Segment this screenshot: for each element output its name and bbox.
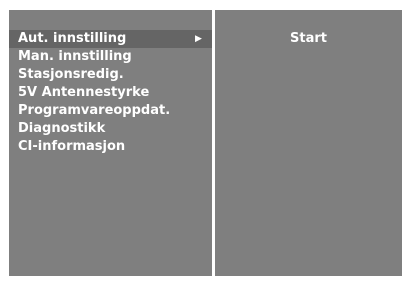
menu-item-label: 5V Antennestyrke (18, 85, 150, 100)
start-button[interactable]: Start (215, 30, 402, 48)
menu-item-ci-information[interactable]: CI-informasjon (9, 138, 212, 156)
menu-item-antenna-power[interactable]: 5V Antennestyrke (9, 84, 212, 102)
menu-item-manual-tuning[interactable]: Man. innstilling (9, 48, 212, 66)
menu-item-auto-tuning[interactable]: Aut. innstilling ▶ (9, 30, 212, 48)
settings-screen: Aut. innstilling ▶ Man. innstilling Stas… (9, 10, 402, 276)
menu-item-software-update[interactable]: Programvareoppdat. (9, 102, 212, 120)
menu-item-station-edit[interactable]: Stasjonsredig. (9, 66, 212, 84)
menu-item-label: Programvareoppdat. (18, 103, 171, 118)
menu-item-label: Aut. innstilling (18, 31, 127, 46)
menu-item-label: CI-informasjon (18, 139, 126, 154)
menu-item-label: Man. innstilling (18, 49, 132, 64)
triangle-right-icon: ▶ (195, 34, 202, 44)
setup-menu: Aut. innstilling ▶ Man. innstilling Stas… (9, 30, 212, 156)
main-menu-panel: Aut. innstilling ▶ Man. innstilling Stas… (9, 10, 212, 276)
submenu-panel: Start (215, 10, 402, 276)
menu-item-label: Stasjonsredig. (18, 67, 124, 82)
menu-item-label: Diagnostikk (18, 121, 106, 136)
menu-item-diagnostics[interactable]: Diagnostikk (9, 120, 212, 138)
